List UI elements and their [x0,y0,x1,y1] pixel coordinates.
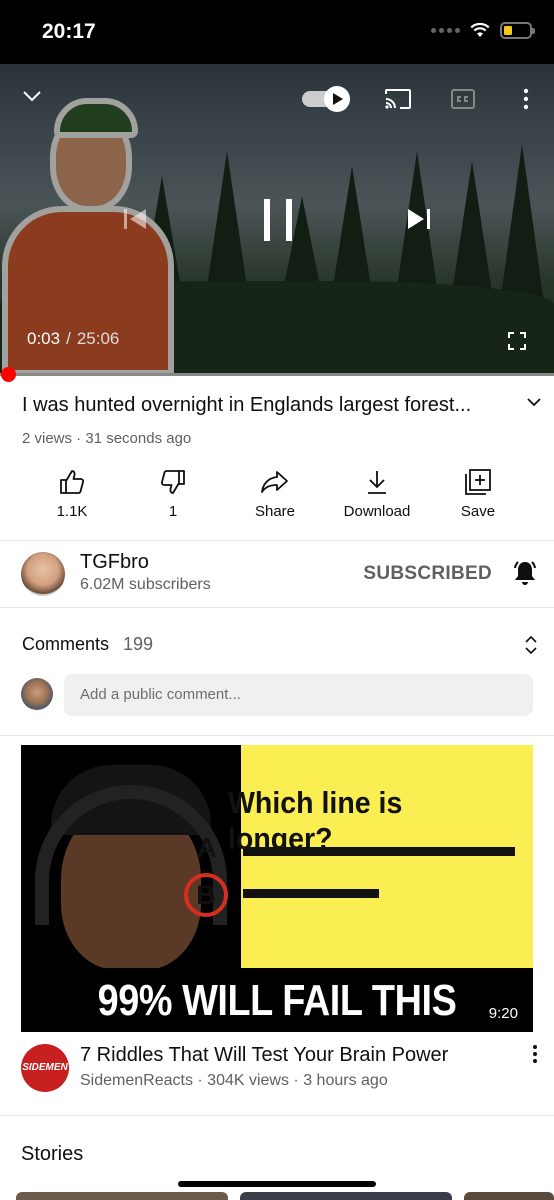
thumbnail-line-a [243,847,515,856]
share-icon [261,471,288,493]
like-button[interactable]: 1.1K [17,466,127,520]
expand-description-icon[interactable] [526,396,542,408]
home-indicator[interactable] [178,1181,376,1187]
save-to-playlist-icon [465,469,491,495]
dislike-button[interactable]: 1 [118,466,228,520]
recommended-channel-avatar[interactable]: SIDEMEN [21,1044,69,1092]
fullscreen-icon[interactable] [505,329,529,353]
add-comment-input[interactable] [64,674,533,716]
video-meta: 2 views · 31 seconds ago [22,430,192,447]
recommended-meta: SidemenReacts · 304K views · 3 hours ago [80,1072,388,1089]
share-button[interactable]: Share [220,466,330,520]
stories-heading: Stories [21,1143,84,1165]
progress-scrubber[interactable] [1,367,16,382]
thumbnail-banner-text: 99% WILL FAIL THIS TEST [97,976,457,1025]
comments-label: Comments [22,634,110,654]
download-icon [368,471,386,494]
thumbs-down-icon [160,470,185,494]
divider [0,1115,554,1116]
notification-bell-icon[interactable] [510,559,540,589]
captions-icon[interactable] [449,86,477,112]
minimize-chevron-icon[interactable] [18,82,46,110]
status-time: 20:17 [42,20,96,43]
previous-video-icon[interactable] [118,202,152,236]
user-avatar [21,678,53,710]
video-title: I was hunted overnight in Englands large… [22,394,472,416]
story-card[interactable] [16,1192,228,1200]
video-title-row[interactable]: I was hunted overnight in Englands large… [22,394,542,417]
more-options-icon[interactable] [516,86,536,112]
thumbnail-option-b: B [184,873,228,917]
duration: 25:06 [76,329,120,348]
divider [0,607,554,608]
channel-name[interactable]: TGFbro [80,551,149,574]
channel-avatar[interactable] [21,552,65,596]
pause-button[interactable] [255,194,301,246]
thumbnail-line-b [243,889,379,898]
video-duration-badge: 9:20 [483,1003,523,1024]
status-bar: 20:17 [0,0,554,64]
recommended-title[interactable]: 7 Riddles That Will Test Your Brain Powe… [80,1044,448,1067]
time-readout: 0:03 / 25:06 [27,329,119,349]
download-label: Download [343,503,411,520]
wifi-icon [470,22,490,37]
save-label: Save [460,503,496,520]
more-options-icon[interactable] [532,1044,538,1064]
download-button[interactable]: Download [322,466,432,520]
autoplay-toggle[interactable] [302,84,352,114]
expand-comments-icon[interactable] [524,634,538,656]
current-time: 0:03 [27,329,61,348]
cellular-signal-icon [431,28,460,33]
dislike-count: 1 [168,503,178,520]
progress-bar[interactable] [0,373,554,376]
channel-row[interactable]: TGFbro 6.02M subscribers SUBSCRIBED [0,541,554,607]
save-button[interactable]: Save [423,466,533,520]
thumbnail-option-a: A [197,833,217,863]
subscriber-count: 6.02M subscribers [80,576,211,593]
thumbnail-banner: 99% WILL FAIL THIS TEST [21,968,533,1032]
battery-icon [500,22,535,39]
story-card[interactable] [240,1192,452,1200]
comments-header[interactable]: Comments 199 [22,634,153,655]
share-label: Share [254,503,296,520]
subscribed-button[interactable]: SUBSCRIBED [363,563,492,585]
time-separator: / [66,329,71,348]
video-player[interactable]: 0:03 / 25:06 [0,64,554,376]
like-count: 1.1K [56,503,88,520]
video-actions: 1.1K 1 Share Download Save [0,466,554,526]
divider [0,735,554,736]
status-icons [431,22,535,39]
thumbs-up-icon [60,470,85,494]
story-card[interactable] [464,1192,554,1200]
cast-icon[interactable] [383,86,413,112]
next-video-icon[interactable] [402,202,436,236]
comments-count: 199 [123,634,154,654]
recommended-thumbnail[interactable]: Which line is longer? A B 99% WILL FAIL … [21,745,533,1032]
